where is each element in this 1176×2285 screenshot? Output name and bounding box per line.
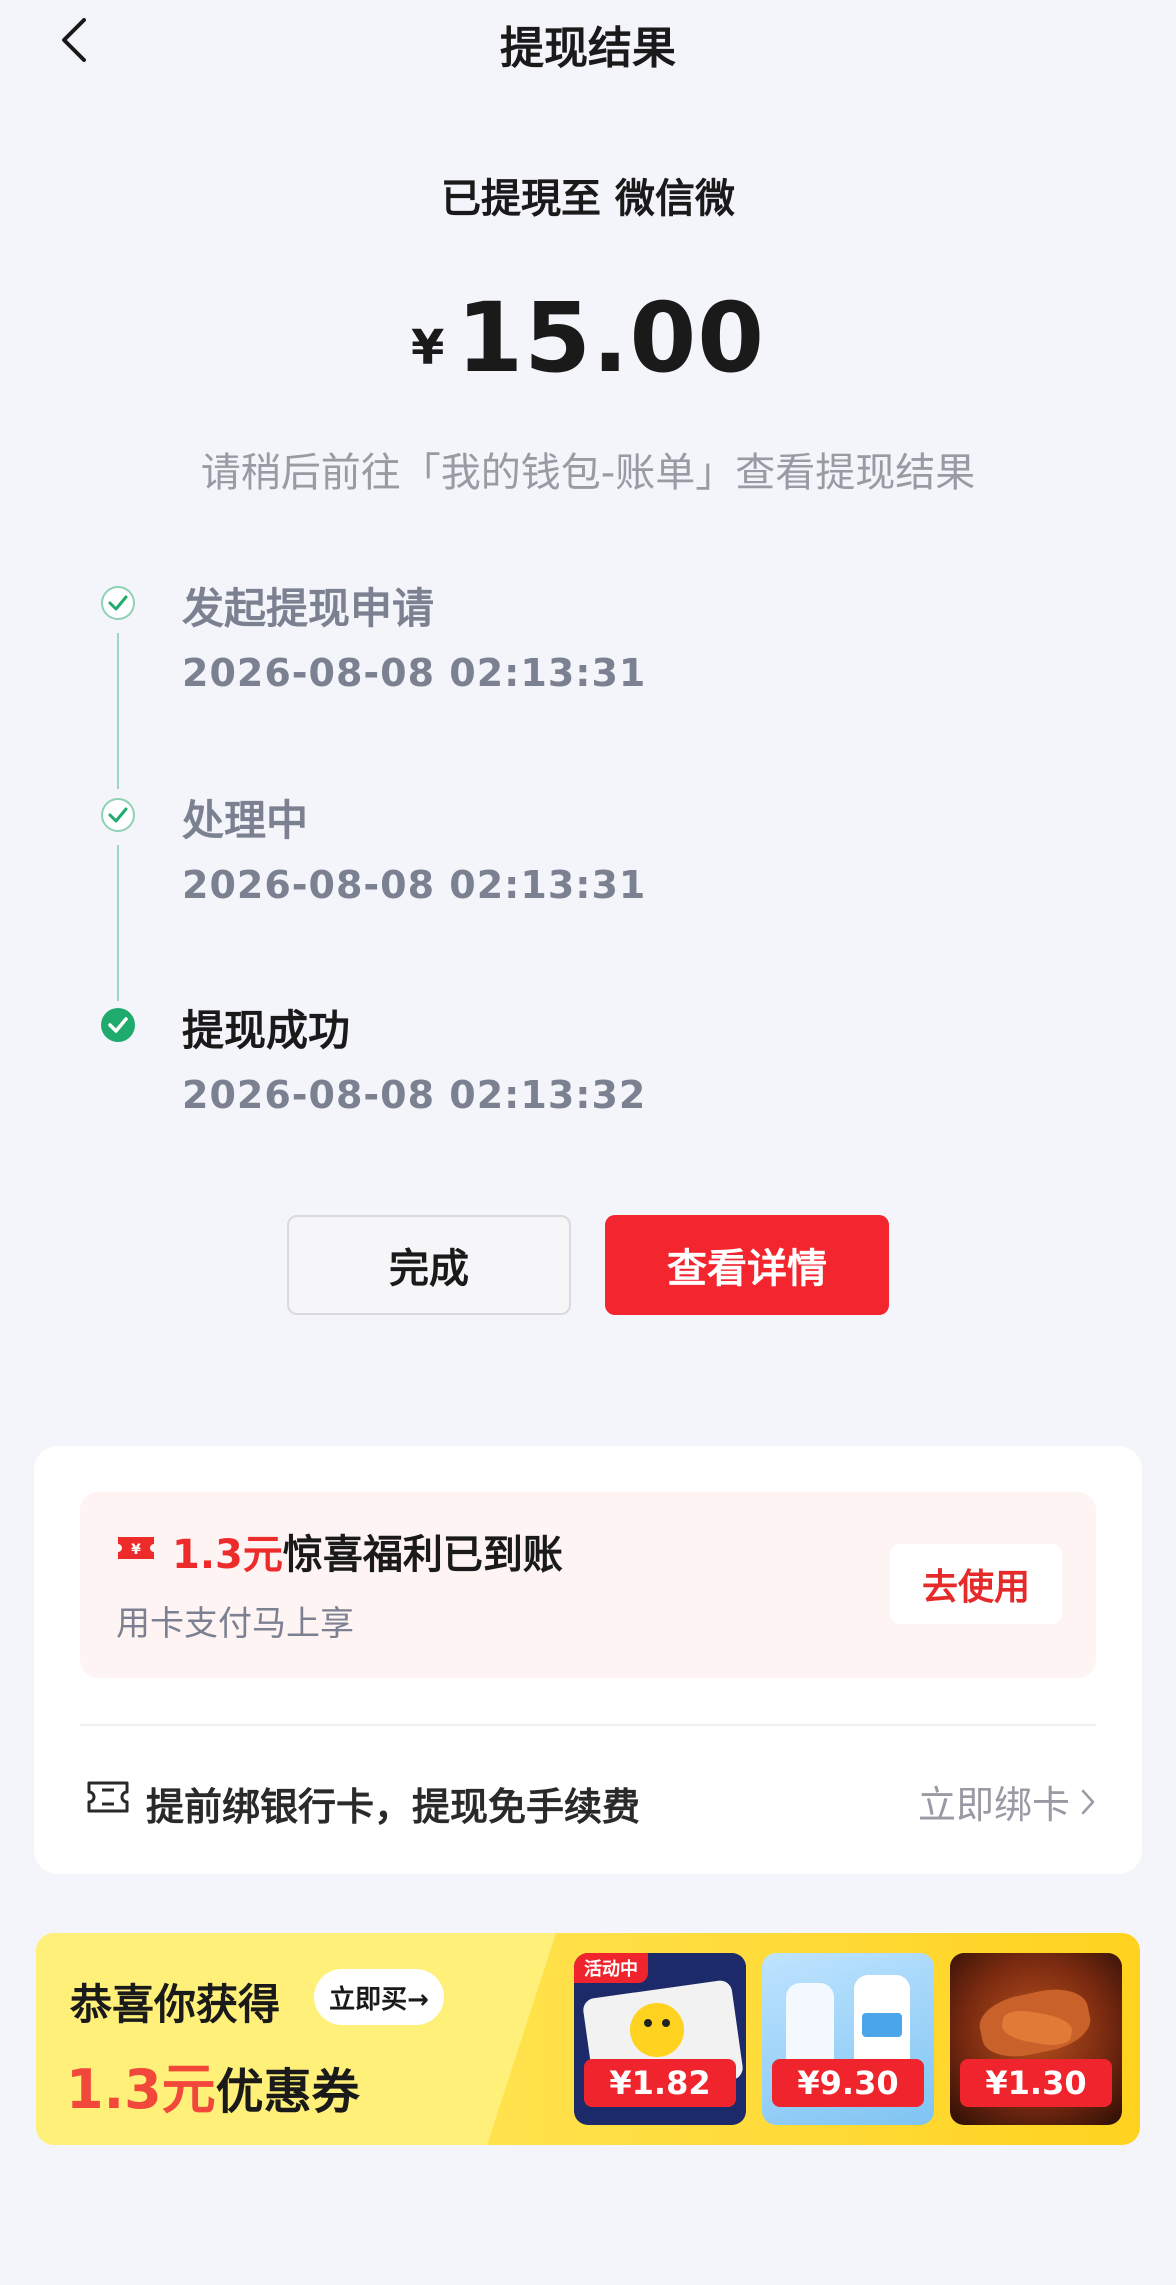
coupon-amount: 1.3元 (172, 1532, 283, 1578)
page-title: 提现结果 (500, 23, 676, 74)
benefits-card: ¥ 1.3元惊喜福利已到账 用卡支付马上享 去使用 提前绑银行卡，提现免手续费 … (34, 1446, 1142, 1874)
step-time: 2026-08-08 02:13:31 (182, 651, 647, 695)
coupon-subtitle: 用卡支付马上享 (116, 1604, 354, 1644)
bind-card-link[interactable]: 立即绑卡 (918, 1774, 1096, 1829)
buy-now-button[interactable]: 立即买→ (314, 1969, 444, 2025)
result-hint: 请稍后前往「我的钱包-账单」查看提现结果 (200, 450, 976, 496)
bind-card-text: 提前绑银行卡，提现免手续费 (146, 1785, 641, 1829)
product-price: ¥1.30 (960, 2059, 1112, 2107)
coupon-title-text: 惊喜福利已到账 (282, 1532, 563, 1578)
banner-coupon-amount: 1.3元 (66, 2058, 216, 2121)
card-icon (87, 1781, 129, 1813)
product-card[interactable]: 活动中 ¥1.82 (574, 1953, 746, 2125)
progress-timeline: 发起提现申请 2026-08-08 02:13:31 处理中 2026-08-0… (100, 575, 800, 1135)
svg-text:¥: ¥ (131, 1542, 141, 1558)
banner-coupon-suffix: 优惠券 (215, 2064, 360, 2120)
withdraw-amount: 15.00 (456, 282, 766, 394)
currency-symbol: ¥ (410, 320, 445, 376)
check-circle-icon (101, 1008, 135, 1042)
product-card[interactable]: ¥1.30 (950, 1953, 1122, 2125)
product-price: ¥1.82 (584, 2059, 736, 2107)
step-title: 发起提现申请 (182, 584, 435, 633)
coupon-title: 1.3元惊喜福利已到账 (172, 1522, 563, 1580)
product-tag: 活动中 (574, 1953, 648, 1983)
ticket-icon: ¥ (118, 1537, 154, 1559)
use-coupon-button[interactable]: 去使用 (890, 1544, 1062, 1624)
product-price: ¥9.30 (772, 2059, 924, 2107)
coupon-banner: ¥ 1.3元惊喜福利已到账 用卡支付马上享 去使用 (80, 1492, 1096, 1678)
step-title: 处理中 (182, 796, 309, 845)
banner-coupon: 1.3元优惠券 (66, 2045, 360, 2124)
step-time: 2026-08-08 02:13:32 (182, 1073, 647, 1117)
timeline-connector (117, 633, 119, 789)
step-time: 2026-08-08 02:13:31 (182, 863, 647, 907)
bind-card-row[interactable]: 提前绑银行卡，提现免手续费 立即绑卡 (80, 1764, 1096, 1834)
check-circle-icon (101, 798, 135, 832)
withdraw-destination: 已提現至 微信微 (441, 176, 735, 222)
check-circle-icon (101, 586, 135, 620)
done-button[interactable]: 完成 (287, 1215, 571, 1315)
amount-row: ¥ 15.00 (0, 276, 1176, 386)
step-title: 提现成功 (182, 1006, 351, 1055)
bind-card-link-label: 立即绑卡 (917, 1783, 1070, 1827)
header: 提现结果 (0, 0, 1176, 84)
view-details-button[interactable]: 查看详情 (605, 1215, 889, 1315)
timeline-connector (117, 845, 119, 1001)
divider (80, 1724, 1096, 1726)
product-card[interactable]: ¥9.30 (762, 1953, 934, 2125)
banner-title: 恭喜你获得 (70, 1980, 281, 2029)
promo-banner[interactable]: 恭喜你获得 立即买→ 1.3元优惠券 活动中 ¥1.82 ¥9.30 ¥1.30 (36, 1933, 1140, 2145)
withdraw-result-page: 提现结果 已提現至 微信微 ¥ 15.00 请稍后前往「我的钱包-账单」查看提现… (0, 0, 1176, 2285)
chevron-right-icon (1081, 1789, 1095, 1814)
